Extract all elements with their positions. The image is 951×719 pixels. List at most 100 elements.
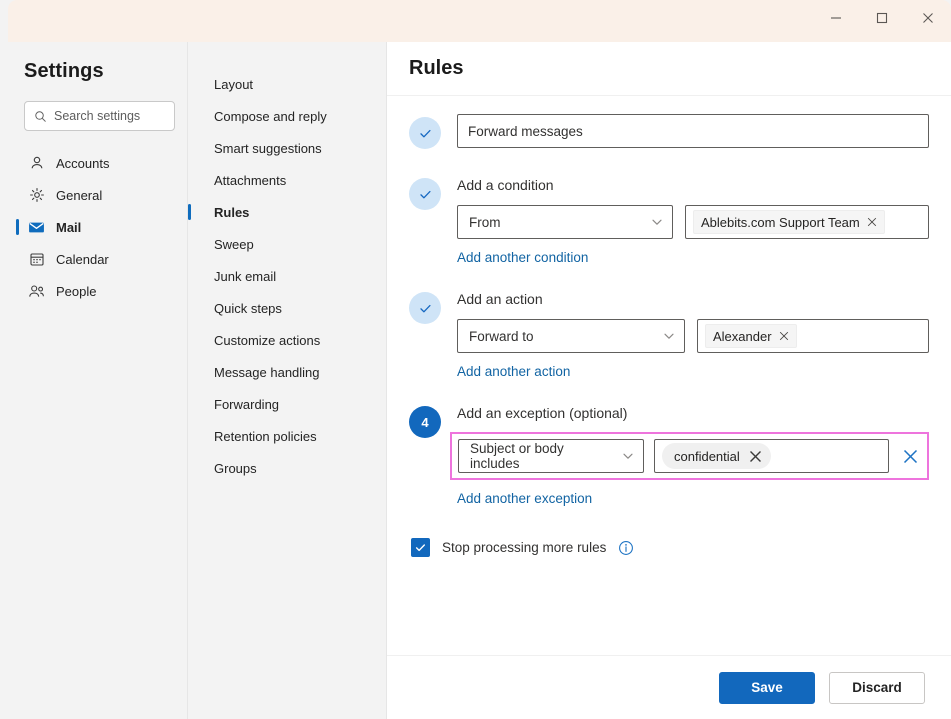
subnav-item-compose-and-reply[interactable]: Compose and reply [188, 100, 386, 132]
exception-type-select[interactable]: Subject or body includes [458, 439, 644, 473]
exception-type-value: Subject or body includes [470, 441, 564, 471]
gear-icon [28, 187, 45, 204]
exception-label: Add an exception (optional) [457, 405, 628, 421]
subnav-item-message-handling[interactable]: Message handling [188, 356, 386, 388]
condition-type-select[interactable]: From [457, 205, 673, 239]
action-tag-label: Alexander [713, 328, 772, 344]
sidebar-item-label: General [56, 187, 103, 203]
step-check-icon [409, 178, 441, 210]
subnav-item-groups[interactable]: Groups [188, 452, 386, 484]
settings-sidebar: Settings Search settings Accounts Genera… [8, 42, 188, 719]
panel-header: Rules [387, 42, 951, 96]
subnav-item-junk-email[interactable]: Junk email [188, 260, 386, 292]
rules-panel: Rules Forward messages Add a condition F… [387, 42, 951, 719]
subnav-item-sweep[interactable]: Sweep [188, 228, 386, 260]
search-placeholder: Search settings [54, 109, 141, 123]
step-check-icon [409, 292, 441, 324]
settings-window: Settings Search settings Accounts Genera… [0, 0, 951, 719]
stop-processing-checkbox[interactable] [411, 538, 430, 557]
subnav-item-label: Forwarding [214, 396, 280, 412]
sidebar-item-label: People [56, 283, 97, 299]
subnav-item-attachments[interactable]: Attachments [188, 164, 386, 196]
sidebar-item-label: Accounts [56, 155, 110, 171]
action-value-field[interactable]: Alexander [697, 319, 929, 353]
remove-exception-row-icon[interactable] [899, 445, 921, 467]
subnav-item-label: Retention policies [214, 428, 317, 444]
condition-type-value: From [469, 214, 501, 230]
add-another-action-link[interactable]: Add another action [457, 364, 570, 379]
panel-title: Rules [409, 57, 464, 79]
sidebar-item-general[interactable]: General [8, 179, 187, 211]
subnav-item-label: Rules [214, 204, 250, 220]
remove-tag-icon[interactable] [867, 217, 877, 227]
step-condition: Add a condition From Ablebits.com Suppor… [409, 175, 929, 267]
sidebar-item-calendar[interactable]: Calendar [8, 243, 187, 275]
person-icon [28, 155, 45, 172]
subnav-item-layout[interactable]: Layout [188, 68, 386, 100]
subnav-item-label: Attachments [214, 172, 287, 188]
save-button[interactable]: Save [719, 671, 815, 704]
exception-highlight: Subject or body includes confidential [450, 432, 929, 480]
exception-tag: confidential [662, 443, 771, 469]
close-button[interactable] [905, 0, 951, 36]
subnav-item-smart-suggestions[interactable]: Smart suggestions [188, 132, 386, 164]
subnav-item-quick-steps[interactable]: Quick steps [188, 292, 386, 324]
step-exception: 4 Add an exception (optional) Subject or… [409, 403, 929, 508]
people-icon [28, 283, 45, 300]
subnav-item-label: Quick steps [214, 300, 282, 316]
window-body: Settings Search settings Accounts Genera… [8, 42, 951, 719]
search-input[interactable]: Search settings [24, 101, 175, 131]
search-icon [34, 110, 47, 123]
maximize-button[interactable] [859, 0, 905, 36]
sidebar-item-label: Mail [56, 219, 82, 235]
subnav-item-label: Junk email [214, 268, 277, 284]
stop-processing-row: Stop processing more rules [409, 538, 929, 557]
remove-tag-icon[interactable] [749, 450, 762, 463]
subnav-item-label: Sweep [214, 236, 254, 252]
condition-tag: Ablebits.com Support Team [693, 210, 885, 234]
panel-footer: Save Discard [387, 655, 951, 719]
step-number-badge: 4 [409, 406, 441, 438]
subnav-item-label: Customize actions [214, 332, 321, 348]
add-another-exception-link[interactable]: Add another exception [457, 491, 592, 506]
add-another-condition-link[interactable]: Add another condition [457, 250, 588, 265]
subnav-item-retention-policies[interactable]: Retention policies [188, 420, 386, 452]
sidebar-nav: Accounts General Mail Calendar People [8, 147, 187, 307]
subnav-item-forwarding[interactable]: Forwarding [188, 388, 386, 420]
subnav-item-rules[interactable]: Rules [188, 196, 386, 228]
mail-subnav: Layout Compose and reply Smart suggestio… [188, 42, 387, 719]
sidebar-item-accounts[interactable]: Accounts [8, 147, 187, 179]
condition-tag-label: Ablebits.com Support Team [701, 214, 860, 230]
action-row: Forward to Alexander [457, 319, 929, 353]
action-tag: Alexander [705, 324, 797, 348]
subnav-item-label: Groups [214, 460, 257, 476]
exception-value-field[interactable]: confidential [654, 439, 889, 473]
calendar-icon [28, 251, 45, 268]
subnav-item-label: Layout [214, 76, 254, 92]
subnav-item-customize-actions[interactable]: Customize actions [188, 324, 386, 356]
exception-tag-label: confidential [674, 448, 740, 464]
subnav-item-label: Compose and reply [214, 108, 327, 124]
condition-value-field[interactable]: Ablebits.com Support Team [685, 205, 929, 239]
action-type-value: Forward to [469, 328, 534, 344]
sidebar-item-mail[interactable]: Mail [8, 211, 187, 243]
sidebar-item-people[interactable]: People [8, 275, 187, 307]
chevron-down-icon [663, 330, 675, 342]
page-title: Settings [24, 60, 104, 82]
chevron-down-icon [622, 450, 634, 462]
subnav-item-label: Message handling [214, 364, 320, 380]
subnav-item-label: Smart suggestions [214, 140, 322, 156]
minimize-button[interactable] [813, 0, 859, 36]
step-rule-name: Forward messages [409, 114, 929, 149]
condition-row: From Ablebits.com Support Team [457, 205, 929, 239]
title-bar [8, 0, 951, 42]
sidebar-item-label: Calendar [56, 251, 109, 267]
step-check-icon [409, 117, 441, 149]
rule-name-input[interactable]: Forward messages [457, 114, 929, 148]
info-icon[interactable] [618, 540, 634, 556]
envelope-icon [28, 219, 45, 236]
remove-tag-icon[interactable] [779, 331, 789, 341]
stop-processing-label: Stop processing more rules [442, 540, 607, 555]
action-type-select[interactable]: Forward to [457, 319, 685, 353]
discard-button[interactable]: Discard [829, 671, 925, 704]
